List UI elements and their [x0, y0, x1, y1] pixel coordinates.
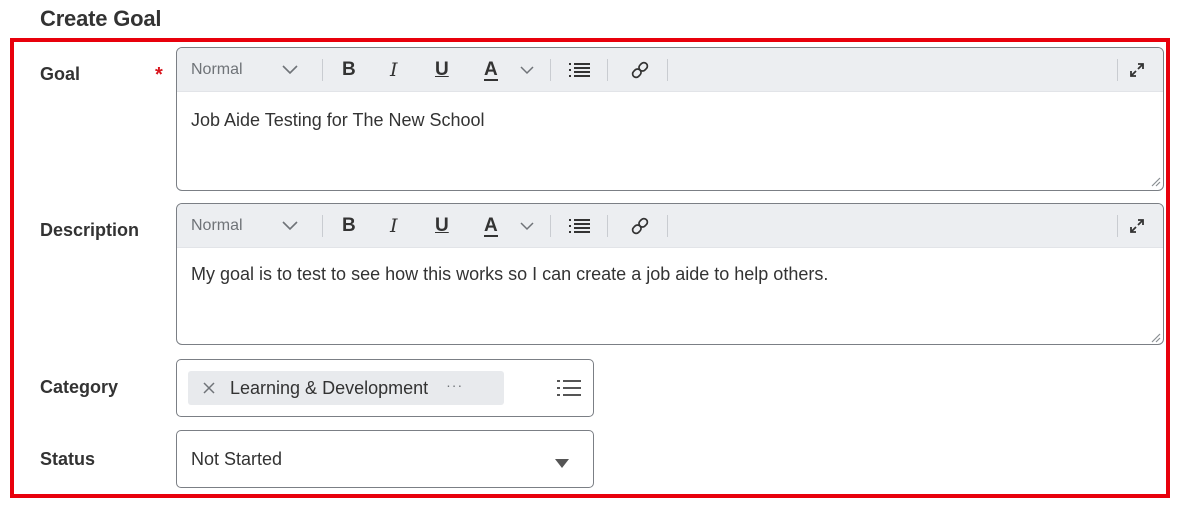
toolbar-separator: [607, 215, 608, 237]
chevron-down-icon[interactable]: [520, 48, 534, 92]
toolbar-separator: [667, 215, 668, 237]
toolbar-separator: [607, 59, 608, 81]
bold-button[interactable]: B: [342, 48, 356, 92]
chevron-down-icon[interactable]: [520, 204, 534, 248]
font-color-button[interactable]: A: [484, 204, 498, 248]
format-select[interactable]: Normal: [191, 204, 243, 248]
more-options-icon[interactable]: ···: [446, 377, 463, 393]
chevron-down-icon[interactable]: [282, 204, 298, 248]
bulleted-list-icon[interactable]: [569, 204, 591, 248]
goal-editor-body[interactable]: Job Aide Testing for The New School: [177, 92, 1163, 188]
underline-button[interactable]: U: [435, 204, 449, 248]
category-pill-label: Learning & Development: [230, 377, 429, 398]
format-select[interactable]: Normal: [191, 48, 243, 92]
resize-grip-icon[interactable]: [1149, 174, 1161, 187]
underline-button[interactable]: U: [435, 48, 449, 92]
goal-text: Job Aide Testing for The New School: [191, 110, 485, 130]
page-title: Create Goal: [40, 6, 162, 31]
goal-editor: Normal B I U A Job Aide Testing for The …: [176, 47, 1164, 191]
font-color-underline: [484, 235, 498, 237]
chevron-down-icon[interactable]: [282, 48, 298, 92]
description-label: Description: [40, 220, 140, 240]
description-editor: Normal B I U A My goal is to test to see…: [176, 203, 1164, 345]
remove-icon[interactable]: [202, 381, 216, 395]
required-indicator: *: [155, 64, 163, 86]
dropdown-arrow-icon[interactable]: [555, 455, 569, 473]
toolbar-separator: [550, 59, 551, 81]
status-value: Not Started: [191, 449, 283, 469]
description-editor-toolbar: Normal B I U A: [177, 204, 1163, 248]
bold-button[interactable]: B: [342, 204, 356, 248]
expand-icon[interactable]: [1129, 48, 1145, 92]
category-multiselect[interactable]: Learning & Development ···: [176, 359, 594, 417]
description-text: My goal is to test to see how this works…: [191, 264, 829, 284]
font-color-underline: [484, 79, 498, 81]
italic-button[interactable]: I: [390, 204, 398, 248]
toolbar-separator: [550, 215, 551, 237]
goal-editor-toolbar: Normal B I U A: [177, 48, 1163, 92]
toolbar-separator: [322, 59, 323, 81]
description-editor-body[interactable]: My goal is to test to see how this works…: [177, 248, 1163, 344]
italic-button[interactable]: I: [390, 48, 398, 92]
resize-grip-icon[interactable]: [1149, 330, 1161, 343]
prompt-list-icon[interactable]: [557, 378, 581, 398]
link-icon[interactable]: [630, 204, 650, 248]
status-label: Status: [40, 449, 96, 469]
category-pill[interactable]: Learning & Development ···: [188, 371, 504, 405]
expand-icon[interactable]: [1129, 204, 1145, 248]
font-color-button[interactable]: A: [484, 48, 498, 92]
toolbar-separator: [322, 215, 323, 237]
status-dropdown[interactable]: Not Started: [176, 430, 594, 488]
toolbar-separator: [1117, 59, 1118, 81]
bulleted-list-icon[interactable]: [569, 48, 591, 92]
goal-label: Goal: [40, 64, 81, 84]
category-label: Category: [40, 377, 119, 397]
toolbar-separator: [667, 59, 668, 81]
toolbar-separator: [1117, 215, 1118, 237]
link-icon[interactable]: [630, 48, 650, 92]
